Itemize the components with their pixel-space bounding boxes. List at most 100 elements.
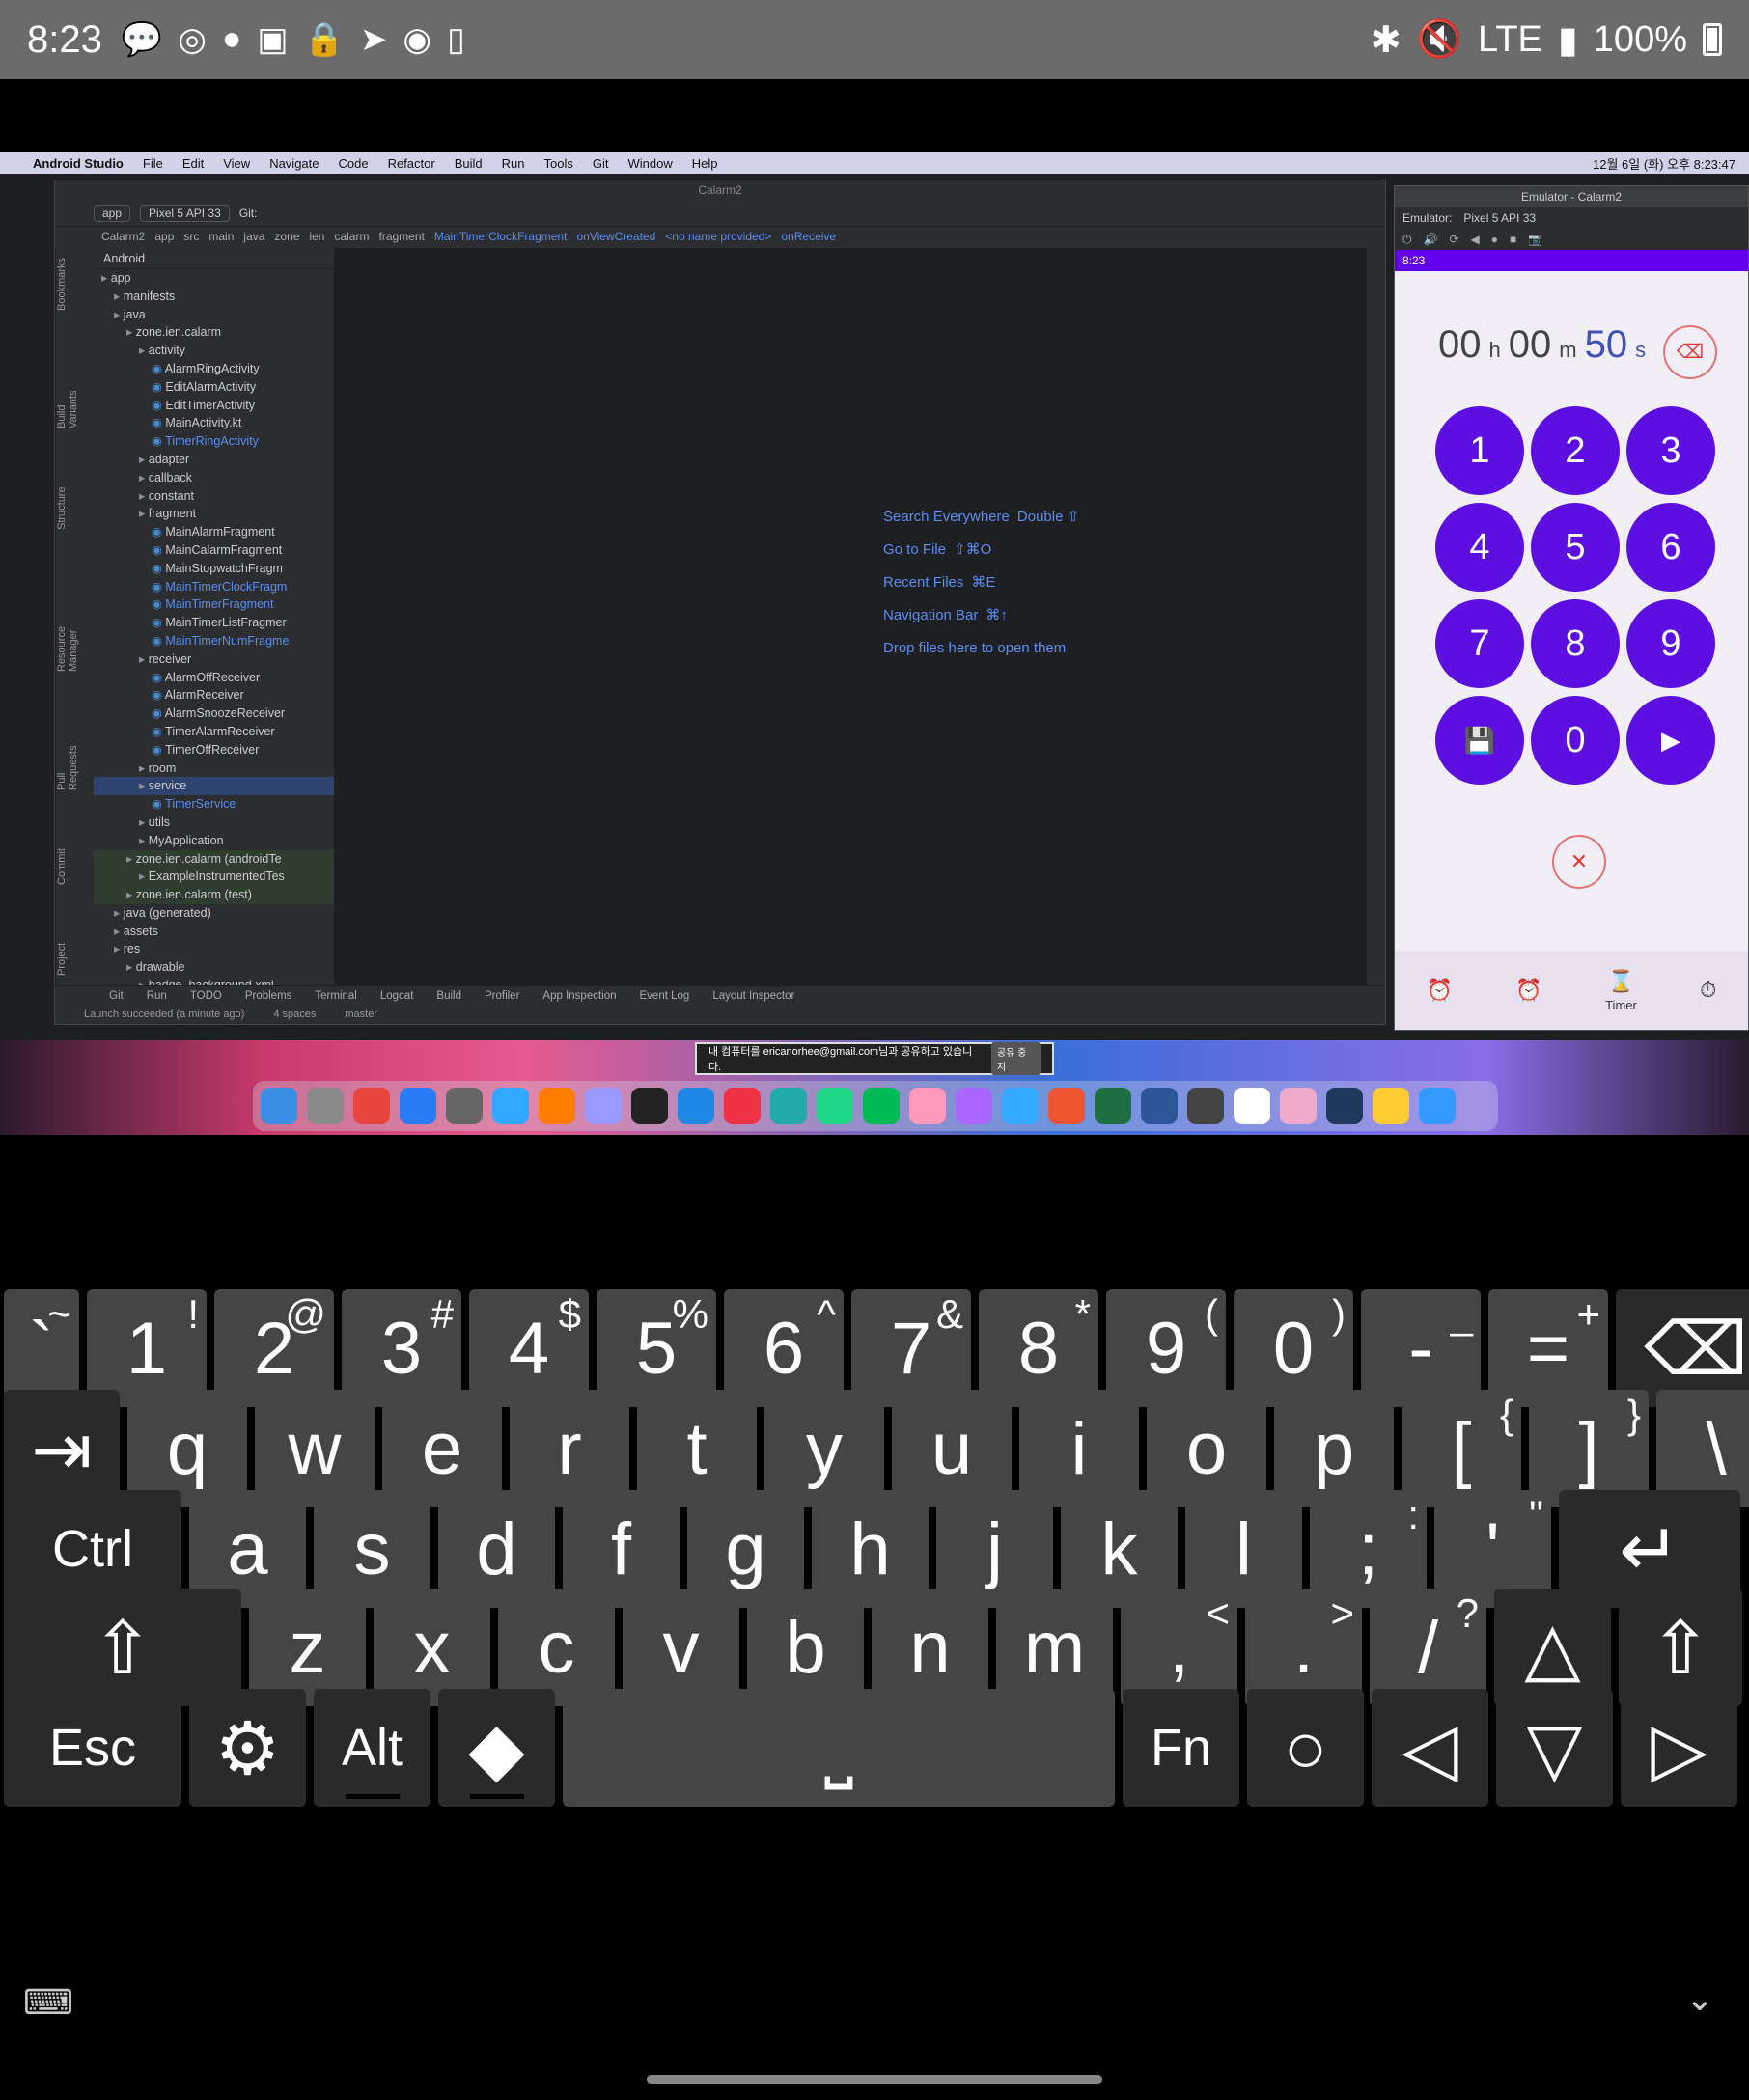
dock-app-icon[interactable] <box>817 1088 853 1124</box>
hide-keyboard-icon[interactable]: ⌄ <box>1685 1978 1714 2019</box>
dock-app-icon[interactable] <box>1419 1088 1456 1124</box>
stop-sharing-button[interactable]: 공유 중지 <box>990 1042 1041 1075</box>
breadcrumb-item[interactable]: <no name provided> <box>665 230 771 243</box>
menu-app-name[interactable]: Android Studio <box>33 156 124 171</box>
status-branch[interactable]: master <box>345 1009 377 1020</box>
home-icon[interactable]: ● <box>1491 233 1498 246</box>
tree-node[interactable]: ▸ zone.ien.calarm (test) <box>94 886 334 904</box>
keypad-button[interactable]: 2 <box>1531 406 1620 495</box>
menu-item[interactable]: View <box>223 156 250 171</box>
nav-tab[interactable]: ⏰ <box>1427 978 1453 1003</box>
dock-app-icon[interactable] <box>956 1088 992 1124</box>
breadcrumb-item[interactable]: java <box>243 230 264 243</box>
breadcrumb-item[interactable]: fragment <box>378 230 424 243</box>
keypad-button[interactable]: 3 <box>1626 406 1715 495</box>
nav-tab[interactable]: ⏱ <box>1700 978 1716 1003</box>
key[interactable]: Alt <box>314 1689 430 1807</box>
tree-node[interactable]: ▸ manifests <box>94 288 334 306</box>
dock-app-icon[interactable] <box>1187 1088 1224 1124</box>
tree-node[interactable]: ▸ app <box>94 269 334 288</box>
dock-app-icon[interactable] <box>1373 1088 1409 1124</box>
device-select[interactable]: Pixel 5 API 33 <box>140 204 230 222</box>
key[interactable]: Fn <box>1123 1689 1239 1807</box>
breadcrumb-item[interactable]: src <box>183 230 199 243</box>
tree-node[interactable]: ▸ badge_background.xml <box>94 977 334 985</box>
keypad-button[interactable]: ▶ <box>1626 696 1715 785</box>
tool-tab[interactable]: Pull Requests <box>56 730 94 789</box>
tool-tab[interactable]: Build Variants <box>56 369 94 429</box>
status-spaces[interactable]: 4 spaces <box>273 1009 316 1020</box>
tree-node[interactable]: ▸ assets <box>94 923 334 941</box>
emulator-device-tab[interactable]: Pixel 5 API 33 <box>1463 211 1536 225</box>
tree-node[interactable]: ▸ constant <box>94 487 334 506</box>
bottom-tab[interactable]: Problems <box>245 990 292 1002</box>
key[interactable]: ▷ <box>1621 1689 1737 1807</box>
bottom-tab[interactable]: Logcat <box>380 990 414 1002</box>
tree-node[interactable]: ▸ fragment <box>94 505 334 523</box>
run-config-select[interactable]: app <box>94 204 131 222</box>
tree-node[interactable]: ▸ ExampleInstrumentedTes <box>94 868 334 887</box>
tree-node[interactable]: ▸ zone.ien.calarm (androidTe <box>94 849 334 869</box>
tree-node[interactable]: ▸ adapter <box>94 451 334 469</box>
editor-area[interactable]: Search Everywhere Double ⇧ Go to File ⇧⌘O Re… <box>335 248 1366 985</box>
menu-item[interactable]: Build <box>455 156 483 171</box>
tree-node[interactable]: ▸ callback <box>94 469 334 487</box>
menu-item[interactable]: Git <box>593 156 609 171</box>
dock-app-icon[interactable] <box>353 1088 390 1124</box>
tree-node[interactable]: ◉ MainTimerNumFragme <box>94 632 334 650</box>
dock-app-icon[interactable] <box>585 1088 622 1124</box>
breadcrumb-item[interactable]: main <box>208 230 234 243</box>
bottom-tab[interactable]: Git <box>109 990 124 1002</box>
breadcrumb-item[interactable]: calarm <box>334 230 369 243</box>
tree-node[interactable]: ◉ TimerRingActivity <box>94 432 334 451</box>
tree-node[interactable]: ◉ TimerService <box>94 795 334 814</box>
tree-node[interactable]: ▸ receiver <box>94 650 334 669</box>
dock-app-icon[interactable] <box>1234 1088 1270 1124</box>
tree-node[interactable]: ◉ MainTimerListFragmer <box>94 614 334 632</box>
dock-app-icon[interactable] <box>446 1088 483 1124</box>
keypad-button[interactable]: 6 <box>1626 503 1715 592</box>
tree-node[interactable]: ◉ MainStopwatchFragm <box>94 560 334 578</box>
tree-node[interactable]: ◉ AlarmSnoozeReceiver <box>94 705 334 723</box>
dock-app-icon[interactable] <box>1280 1088 1317 1124</box>
emulator-window[interactable]: Emulator - Calarm2 Emulator: Pixel 5 API… <box>1394 185 1749 1031</box>
dock-app-icon[interactable] <box>1095 1088 1131 1124</box>
tree-node[interactable]: ▸ utils <box>94 814 334 832</box>
breadcrumb-item[interactable]: app <box>154 230 174 243</box>
breadcrumb-item[interactable]: Calarm2 <box>101 230 145 243</box>
tree-node[interactable]: ▸ activity <box>94 342 334 360</box>
bottom-tab[interactable]: Profiler <box>485 990 519 1002</box>
project-tree[interactable]: Android ▸ app ▸ manifests ▸ java ▸ zone.ien… <box>94 248 335 985</box>
dock-app-icon[interactable] <box>909 1088 946 1124</box>
tree-node[interactable]: ▸ service <box>94 777 334 796</box>
breadcrumb-item[interactable]: onReceive <box>781 230 836 243</box>
tree-node[interactable]: ◉ AlarmRingActivity <box>94 360 334 378</box>
key[interactable]: Esc <box>4 1689 181 1807</box>
menu-item[interactable]: File <box>143 156 163 171</box>
bottom-tab[interactable]: Layout Inspector <box>712 990 794 1002</box>
bottom-tab[interactable]: TODO <box>190 990 222 1002</box>
menu-item[interactable]: Navigate <box>269 156 319 171</box>
key[interactable]: ◁ <box>1372 1689 1488 1807</box>
keypad-button[interactable]: 8 <box>1531 599 1620 688</box>
key[interactable]: ▽ <box>1496 1689 1613 1807</box>
menu-item[interactable]: Edit <box>182 156 204 171</box>
menu-item[interactable]: Code <box>339 156 369 171</box>
breadcrumb-item[interactable]: MainTimerClockFragment <box>434 230 568 243</box>
tree-node[interactable]: ◉ MainActivity.kt <box>94 414 334 432</box>
nav-tab[interactable]: ⏰ <box>1515 978 1541 1003</box>
key[interactable]: ⚙ <box>189 1689 306 1807</box>
tool-tab[interactable]: Structure <box>56 486 94 530</box>
breadcrumb-item[interactable]: ien <box>309 230 324 243</box>
camera-icon[interactable]: 📷 <box>1528 233 1542 246</box>
rotate-icon[interactable]: ⟳ <box>1449 233 1458 246</box>
ide-window[interactable]: Calarm2 app Pixel 5 API 33 Git: Calarm2 a… <box>54 180 1386 1025</box>
keypad-button[interactable]: 7 <box>1435 599 1524 688</box>
keypad-button[interactable]: 1 <box>1435 406 1524 495</box>
tree-node[interactable]: ▸ drawable <box>94 958 334 977</box>
dock-app-icon[interactable] <box>1002 1088 1039 1124</box>
breadcrumb-item[interactable]: zone <box>274 230 299 243</box>
keypad-button[interactable]: 💾 <box>1435 696 1524 785</box>
tree-node[interactable]: ▸ zone.ien.calarm <box>94 323 334 342</box>
keypad-button[interactable]: 5 <box>1531 503 1620 592</box>
